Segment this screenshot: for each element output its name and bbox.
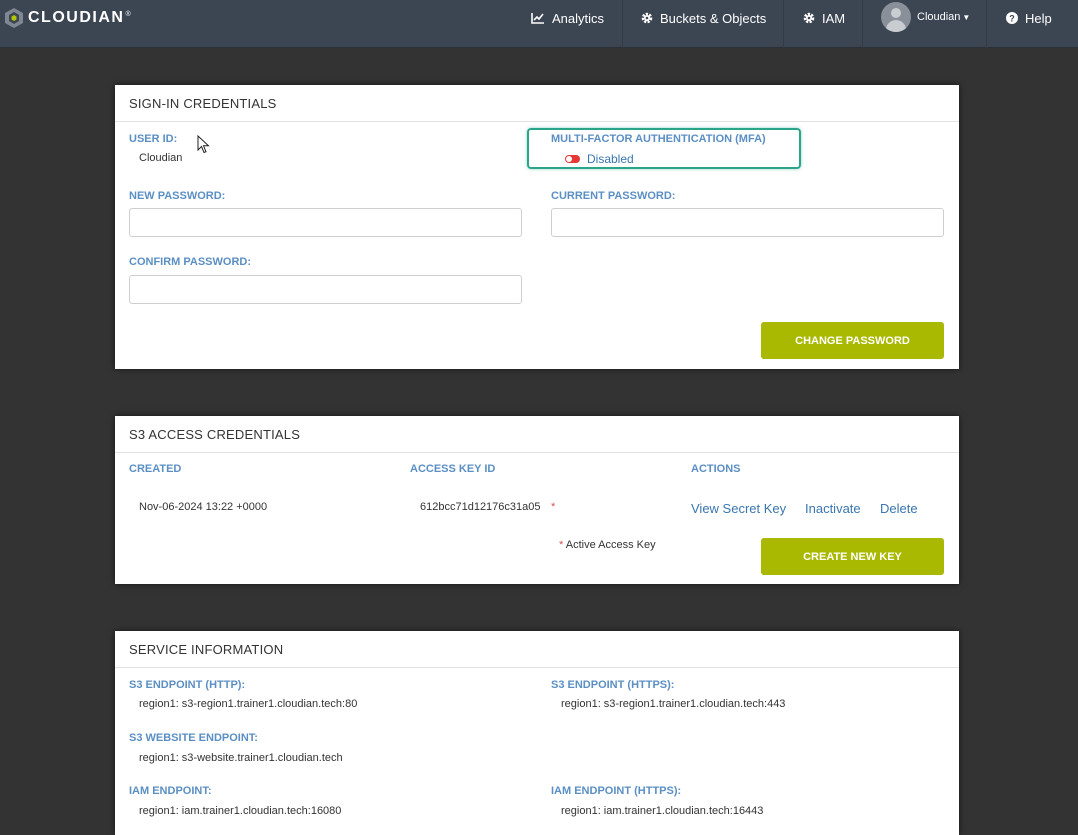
iam-endpoint-https-value: region1: iam.trainer1.cloudian.tech:1644…	[561, 805, 764, 817]
new-password-label: NEW PASSWORD:	[129, 190, 226, 202]
column-header-access-key-id: ACCESS KEY ID	[410, 463, 496, 475]
user-id-value: Cloudian	[139, 152, 183, 164]
nav-divider	[862, 0, 863, 48]
current-password-label: CURRENT PASSWORD:	[551, 190, 676, 202]
create-new-key-button[interactable]: CREATE NEW KEY	[761, 538, 944, 575]
view-secret-key-link[interactable]: View Secret Key	[691, 501, 786, 516]
avatar	[881, 2, 911, 32]
column-header-actions: ACTIONS	[691, 463, 741, 475]
svg-text:?: ?	[1009, 14, 1015, 24]
mouse-cursor-icon	[197, 135, 210, 154]
chart-icon	[531, 13, 544, 24]
user-id-label: USER ID:	[129, 133, 178, 145]
brand-name: CLOUDIAN	[28, 9, 125, 26]
nav-iam[interactable]: IAM	[803, 0, 845, 36]
delete-link[interactable]: Delete	[880, 501, 918, 516]
nav-buckets-label: Buckets & Objects	[660, 10, 767, 26]
note-text: Active Access Key	[565, 539, 656, 551]
nav-divider	[622, 0, 623, 48]
change-password-button[interactable]: CHANGE PASSWORD	[761, 322, 944, 359]
confirm-password-input[interactable]	[129, 275, 522, 304]
cloudian-logo[interactable]: CLOUDIAN ®	[3, 6, 131, 30]
chevron-down-icon: ▼	[962, 12, 971, 22]
gear-icon	[803, 12, 815, 24]
s3-endpoint-http-label: S3 ENDPOINT (HTTP):	[129, 679, 246, 691]
nav-help[interactable]: ? Help	[1006, 0, 1052, 36]
iam-endpoint-https-label: IAM ENDPOINT (HTTPS):	[551, 785, 682, 797]
s3-access-credentials-panel: S3 ACCESS CREDENTIALS CREATED ACCESS KEY…	[115, 416, 959, 584]
mfa-toggle[interactable]	[565, 155, 580, 163]
column-header-created: CREATED	[129, 463, 182, 475]
brand-registered-mark: ®	[125, 10, 131, 18]
nav-iam-label: IAM	[822, 10, 846, 26]
question-circle-icon: ?	[1006, 12, 1018, 24]
sign-in-credentials-panel: SIGN-IN CREDENTIALS USER ID: Cloudian MU…	[115, 85, 959, 369]
mfa-label: MULTI-FACTOR AUTHENTICATION (MFA)	[551, 133, 766, 145]
user-menu[interactable]: Cloudian ▼	[881, 0, 970, 34]
iam-endpoint-value: region1: iam.trainer1.cloudian.tech:1608…	[139, 805, 342, 817]
new-password-input[interactable]	[129, 208, 522, 237]
mfa-status-link[interactable]: Disabled	[587, 152, 634, 166]
panel-title: SIGN-IN CREDENTIALS	[115, 85, 959, 122]
access-key-created: Nov-06-2024 13:22 +0000	[139, 501, 268, 513]
s3-website-endpoint-label: S3 WEBSITE ENDPOINT:	[129, 732, 258, 744]
nav-divider	[986, 0, 987, 48]
s3-endpoint-http-value: region1: s3-region1.trainer1.cloudian.te…	[139, 698, 358, 710]
nav-analytics-label: Analytics	[552, 10, 605, 26]
confirm-password-label: CONFIRM PASSWORD:	[129, 256, 252, 268]
current-password-input[interactable]	[551, 208, 944, 237]
active-key-marker: *	[551, 501, 556, 513]
s3-endpoint-https-value: region1: s3-region1.trainer1.cloudian.te…	[561, 698, 786, 710]
active-access-key-note: * Active Access Key	[559, 539, 656, 551]
gear-icon	[641, 12, 653, 24]
service-information-panel: SERVICE INFORMATION S3 ENDPOINT (HTTP): …	[115, 631, 959, 835]
s3-endpoint-https-label: S3 ENDPOINT (HTTPS):	[551, 679, 675, 691]
note-star: *	[559, 539, 564, 551]
panel-title: SERVICE INFORMATION	[115, 631, 959, 668]
inactivate-link[interactable]: Inactivate	[805, 501, 861, 516]
user-name: Cloudian	[917, 11, 961, 23]
s3-website-endpoint-value: region1: s3-website.trainer1.cloudian.te…	[139, 752, 343, 764]
nav-divider	[783, 0, 784, 48]
nav-help-label: Help	[1025, 10, 1052, 26]
nav-analytics[interactable]: Analytics	[531, 0, 604, 36]
iam-endpoint-label: IAM ENDPOINT:	[129, 785, 212, 797]
nav-buckets-objects[interactable]: Buckets & Objects	[641, 0, 766, 36]
access-key-id-value: 612bcc71d12176c31a05	[420, 501, 541, 513]
cloudian-logo-icon	[5, 8, 23, 28]
panel-title: S3 ACCESS CREDENTIALS	[115, 416, 959, 453]
top-navigation-bar: CLOUDIAN ® Analytics Buckets & Objects I…	[0, 0, 1078, 48]
